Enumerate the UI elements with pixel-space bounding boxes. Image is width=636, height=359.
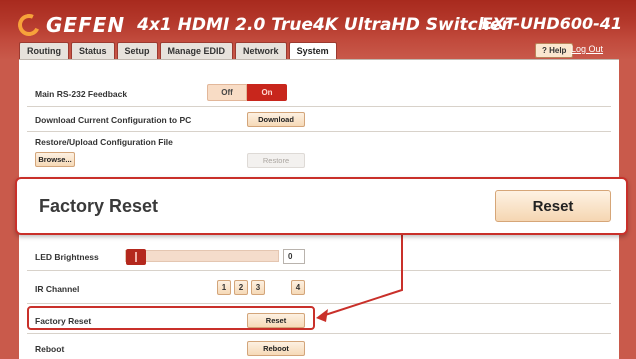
ir-channel-2[interactable]: 2 [234, 280, 248, 295]
divider [27, 106, 611, 107]
divider [27, 303, 611, 304]
slider-handle[interactable] [126, 249, 146, 265]
tab-network[interactable]: Network [235, 42, 287, 59]
ir-channel-1[interactable]: 1 [217, 280, 231, 295]
model-number: EXT-UHD600-41 [481, 14, 622, 33]
restore-button[interactable]: Restore [247, 153, 305, 168]
gefen-logo-icon [14, 10, 44, 40]
tab-status[interactable]: Status [71, 42, 115, 59]
logout-link[interactable]: Log Out [571, 44, 603, 54]
led-brightness-label: LED Brightness [35, 252, 99, 262]
rs232-feedback-label: Main RS-232 Feedback [35, 89, 128, 99]
divider [27, 333, 611, 334]
divider [27, 131, 611, 132]
ir-channel-3[interactable]: 3 [251, 280, 265, 295]
divider [27, 270, 611, 271]
factory-reset-highlight [27, 306, 315, 330]
tab-manage-edid[interactable]: Manage EDID [159, 42, 234, 59]
callout-label: Factory Reset [39, 196, 159, 216]
led-brightness-value[interactable]: 0 [283, 249, 305, 264]
download-button[interactable]: Download [247, 112, 305, 127]
led-brightness-slider[interactable] [125, 249, 279, 265]
rs232-feedback-toggle: Off On [207, 84, 287, 101]
reboot-button[interactable]: Reboot [247, 341, 305, 356]
ir-channel-4[interactable]: 4 [291, 280, 305, 295]
tab-bar: Routing Status Setup Manage EDID Network… [19, 42, 337, 59]
brand: GEFEN 4x1 HDMI 2.0 True4K UltraHD Switch… [14, 10, 510, 40]
download-config-label: Download Current Configuration to PC [35, 115, 192, 125]
factory-reset-callout: Factory Reset Reset [15, 177, 628, 235]
reboot-label: Reboot [35, 344, 65, 354]
restore-config-label: Restore/Upload Configuration File [35, 137, 173, 147]
rs232-off-option[interactable]: Off [207, 84, 247, 101]
brand-name: GEFEN [46, 13, 126, 37]
browse-button[interactable]: Browse... [35, 152, 75, 167]
tab-system[interactable]: System [288, 42, 337, 59]
tab-routing[interactable]: Routing [19, 42, 69, 59]
callout-reset-button[interactable]: Reset [495, 190, 611, 222]
rs232-on-option[interactable]: On [247, 84, 287, 101]
product-title: 4x1 HDMI 2.0 True4K UltraHD Switcher [137, 15, 510, 35]
ir-channel-label: IR Channel [35, 284, 80, 294]
help-button[interactable]: ? Help [535, 43, 574, 58]
tab-setup[interactable]: Setup [116, 42, 158, 59]
